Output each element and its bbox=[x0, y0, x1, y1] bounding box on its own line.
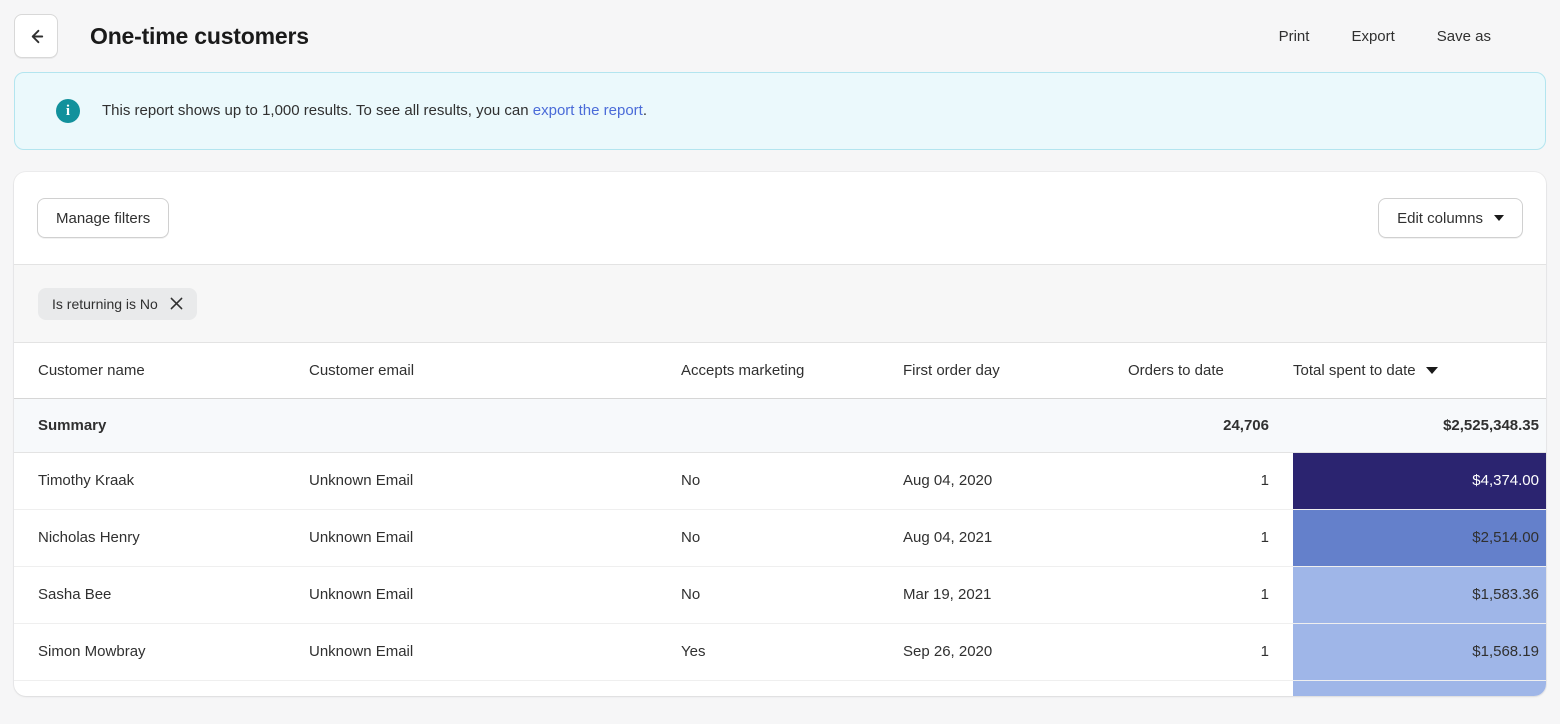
cell-email: Unknown Email bbox=[309, 452, 681, 510]
table-row[interactable]: Timothy Kraak Unknown Email No Aug 04, 2020… bbox=[14, 452, 1546, 510]
cell-total-spent-heat: $1,568.19 bbox=[1293, 623, 1546, 681]
cell-accepts: No bbox=[681, 452, 903, 510]
export-button[interactable]: Export bbox=[1341, 20, 1404, 53]
cell-accepts bbox=[681, 680, 903, 696]
print-button[interactable]: Print bbox=[1269, 20, 1320, 53]
report-toolbar: Manage filters Edit columns bbox=[14, 172, 1546, 265]
cell-orders: 1 bbox=[1128, 566, 1293, 624]
summary-label: Summary bbox=[14, 398, 309, 453]
page-title: One-time customers bbox=[90, 22, 309, 49]
info-banner-text: This report shows up to 1,000 results. T… bbox=[102, 101, 647, 121]
cell-first-order: Mar 19, 2021 bbox=[903, 566, 1128, 624]
cell-first-order: Aug 04, 2020 bbox=[903, 452, 1128, 510]
table-body: Summary 24,706 $2,525,348.35 Timothy Kra… bbox=[14, 398, 1546, 696]
report-card: Manage filters Edit columns Is returning… bbox=[14, 172, 1546, 696]
cell-email: Unknown Email bbox=[309, 509, 681, 567]
save-as-button[interactable]: Save as bbox=[1427, 20, 1501, 53]
table-row[interactable] bbox=[14, 680, 1546, 696]
cell-first-order: Sep 26, 2020 bbox=[903, 623, 1128, 681]
table-row[interactable]: Sasha Bee Unknown Email No Mar 19, 2021 1 $1,… bbox=[14, 566, 1546, 624]
export-the-report-link[interactable]: export the report bbox=[533, 102, 643, 119]
info-banner: i This report shows up to 1,000 results.… bbox=[14, 72, 1546, 150]
close-icon[interactable] bbox=[168, 295, 186, 313]
cell-total-spent-heat bbox=[1293, 680, 1546, 696]
summary-first-order bbox=[903, 398, 1128, 453]
cell-email: Unknown Email bbox=[309, 566, 681, 624]
cell-accepts: No bbox=[681, 509, 903, 567]
arrow-left-icon bbox=[27, 27, 46, 46]
cell-orders: 1 bbox=[1128, 509, 1293, 567]
summary-total: $2,525,348.35 bbox=[1293, 398, 1546, 453]
report-table: Customer name Customer email Accepts mar… bbox=[14, 343, 1546, 696]
back-button[interactable] bbox=[14, 14, 58, 58]
chevron-down-icon bbox=[1494, 215, 1504, 221]
info-icon: i bbox=[56, 99, 80, 123]
cell-email: Unknown Email bbox=[309, 623, 681, 681]
column-header-accepts-marketing[interactable]: Accepts marketing bbox=[681, 343, 903, 399]
cell-accepts: No bbox=[681, 566, 903, 624]
cell-name bbox=[14, 680, 309, 696]
summary-orders: 24,706 bbox=[1128, 398, 1293, 453]
table-header-row: Customer name Customer email Accepts mar… bbox=[14, 343, 1546, 399]
applied-filters-row: Is returning is No bbox=[14, 265, 1546, 343]
cell-total-spent-heat: $4,374.00 bbox=[1293, 452, 1546, 510]
sort-desc-icon[interactable] bbox=[1425, 366, 1438, 374]
edit-columns-label: Edit columns bbox=[1397, 209, 1483, 227]
column-header-total-spent-label: Total spent to date bbox=[1293, 361, 1416, 379]
cell-total-spent-heat: $1,583.36 bbox=[1293, 566, 1546, 624]
column-header-first-order-day[interactable]: First order day bbox=[903, 343, 1128, 399]
manage-filters-button[interactable]: Manage filters bbox=[37, 198, 170, 238]
summary-accepts bbox=[681, 398, 903, 453]
cell-name: Nicholas Henry bbox=[14, 509, 309, 567]
summary-row: Summary 24,706 $2,525,348.35 bbox=[14, 398, 1546, 453]
cell-name: Simon Mowbray bbox=[14, 623, 309, 681]
column-header-customer-email[interactable]: Customer email bbox=[309, 343, 681, 399]
header-actions: Print Export Save as bbox=[1269, 20, 1501, 53]
filter-chip-is-returning[interactable]: Is returning is No bbox=[38, 287, 197, 320]
column-header-customer-name[interactable]: Customer name bbox=[14, 343, 309, 399]
cell-accepts: Yes bbox=[681, 623, 903, 681]
cell-total-spent-heat: $2,514.00 bbox=[1293, 509, 1546, 567]
info-banner-text-after: . bbox=[642, 102, 648, 119]
table-row[interactable]: Nicholas Henry Unknown Email No Aug 04, 202… bbox=[14, 509, 1546, 567]
table-row[interactable]: Simon Mowbray Unknown Email Yes Sep 26, 202… bbox=[14, 623, 1546, 681]
page-header: One-time customers Print Export Save as bbox=[0, 0, 1560, 72]
cell-orders: 1 bbox=[1128, 452, 1293, 510]
cell-name: Timothy Kraak bbox=[14, 452, 309, 510]
info-banner-text-before: This report shows up to 1,000 results. T… bbox=[102, 102, 533, 119]
column-header-total-spent-to-date[interactable]: Total spent to date bbox=[1293, 343, 1546, 399]
cell-first-order: Aug 04, 2021 bbox=[903, 509, 1128, 567]
cell-orders: 1 bbox=[1128, 623, 1293, 681]
summary-email bbox=[309, 398, 681, 453]
cell-email bbox=[309, 680, 681, 696]
column-header-orders-to-date[interactable]: Orders to date bbox=[1128, 343, 1293, 399]
filter-chip-label: Is returning is No bbox=[52, 295, 158, 312]
edit-columns-button[interactable]: Edit columns bbox=[1378, 198, 1523, 238]
table-header: Customer name Customer email Accepts mar… bbox=[14, 343, 1546, 399]
cell-orders bbox=[1128, 680, 1293, 696]
cell-name: Sasha Bee bbox=[14, 566, 309, 624]
info-icon-glyph: i bbox=[65, 102, 71, 119]
cell-first-order bbox=[903, 680, 1128, 696]
